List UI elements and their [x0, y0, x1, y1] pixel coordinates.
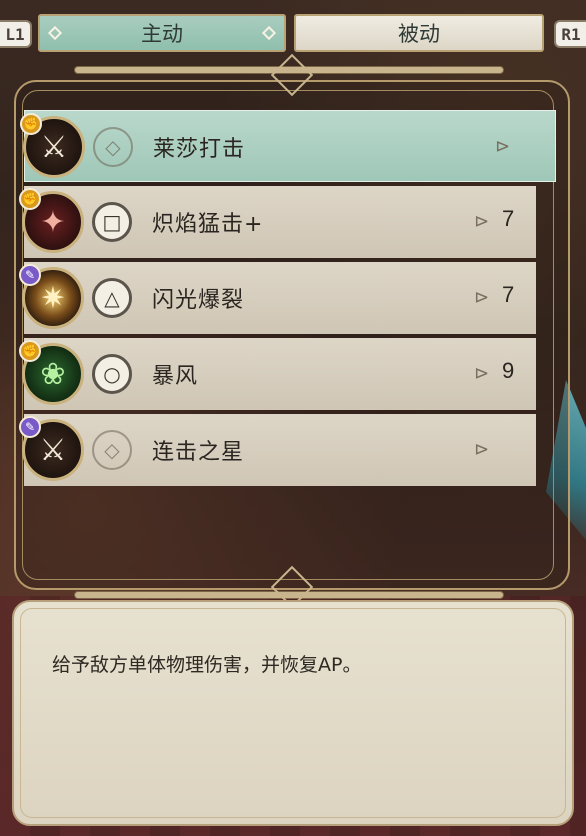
tab-passive-skills[interactable]: 被动: [294, 14, 544, 52]
staff-strike-icon: ⚔ ✊: [20, 113, 85, 178]
skill-cost: 9: [502, 358, 515, 383]
cost-arrow-icon: ⊳: [474, 363, 490, 384]
tab-active-skills[interactable]: 主动: [38, 14, 286, 52]
empty-button-slot-icon: ◇: [93, 127, 133, 167]
skill-row-flame-smash[interactable]: ✦ ✊ □ 炽焰猛击+ ⊳ 7: [19, 186, 536, 258]
skill-row-flash-burst[interactable]: ✷ ✎ △ 闪光爆裂 ⊳ 7: [19, 262, 536, 334]
physical-type-icon: ✊: [19, 188, 41, 210]
tab-deco-left: [47, 25, 63, 41]
tab-label: 主动: [141, 22, 183, 46]
tab-deco-right: [261, 25, 277, 41]
physical-type-icon: ✊: [20, 113, 42, 135]
skill-row-lisa-strike[interactable]: ⚔ ✊ ◇ 莱莎打击 ⊳: [20, 110, 556, 182]
cost-arrow-icon: ⊳: [474, 211, 490, 232]
triangle-button-icon: △: [92, 278, 132, 318]
skill-name: 暴风: [152, 364, 199, 389]
flash-burst-icon: ✷ ✎: [19, 264, 84, 329]
cost-arrow-icon: ⊳: [474, 287, 490, 308]
magic-type-icon: ✎: [19, 416, 41, 438]
l1-key-hint[interactable]: L1: [0, 20, 32, 48]
tab-label: 被动: [398, 22, 440, 46]
skill-name: 闪光爆裂: [152, 288, 245, 313]
circle-button-icon: ○: [92, 354, 132, 394]
skill-row-storm[interactable]: ❀ ✊ ○ 暴风 ⊳ 9: [19, 338, 536, 410]
physical-type-icon: ✊: [19, 340, 41, 362]
skill-name: 莱莎打击: [153, 137, 246, 162]
skill-cost: 7: [502, 206, 515, 231]
r1-key-hint[interactable]: R1: [554, 20, 586, 48]
skill-name: 连击之星: [152, 440, 245, 465]
empty-button-slot-icon: ◇: [92, 430, 132, 470]
skill-row-combo-star[interactable]: ⚔ ✎ ◇ 连击之星 ⊳: [19, 414, 536, 486]
square-button-icon: □: [92, 202, 132, 242]
skill-description-box: 给予敌方单体物理伤害，并恢复AP。: [12, 600, 574, 826]
storm-icon: ❀ ✊: [19, 340, 84, 405]
flame-staff-icon: ✦ ✊: [19, 188, 84, 253]
skill-cost: 7: [502, 282, 515, 307]
cost-arrow-icon: ⊳: [474, 439, 490, 460]
staff-strike-icon: ⚔ ✎: [19, 416, 84, 481]
skill-description-text: 给予敌方单体物理伤害，并恢复AP。: [52, 654, 362, 676]
magic-type-icon: ✎: [19, 264, 41, 286]
cost-arrow-icon: ⊳: [495, 136, 511, 157]
skill-name: 炽焰猛击+: [152, 212, 264, 237]
